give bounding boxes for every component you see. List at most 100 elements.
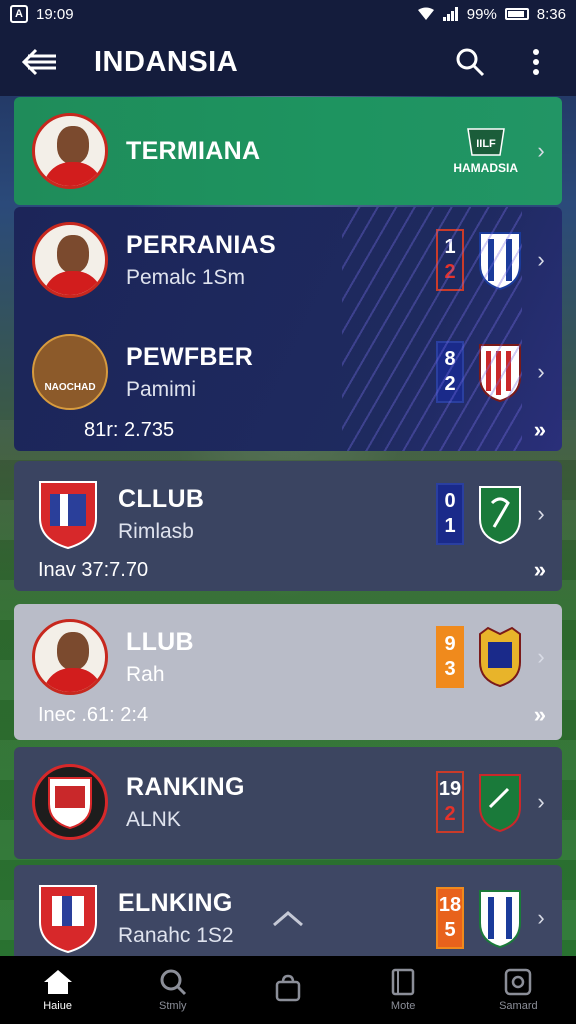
battery-icon	[504, 8, 529, 20]
book-icon	[391, 968, 415, 996]
home-icon	[43, 970, 72, 994]
list-item[interactable]: CLLUB Rimlasb 0 1 › Inav 37:7.70 »	[14, 461, 562, 591]
club-crest: NAOCHAD	[32, 334, 108, 410]
score-badge: 1 2	[436, 229, 464, 291]
score-bottom: 1	[444, 515, 456, 537]
double-chevron-icon[interactable]: »	[534, 557, 546, 583]
club-shield-icon	[39, 885, 97, 954]
camera-icon	[505, 968, 532, 996]
team-crest-icon	[479, 890, 521, 949]
player-avatar	[32, 619, 108, 695]
crest-label: NAOCHAD	[44, 381, 96, 393]
status-time: 19:09	[36, 5, 74, 23]
nav-label: Haiue	[43, 1000, 72, 1012]
score-top: 19	[438, 778, 462, 800]
chevron-right-icon: ›	[537, 138, 545, 163]
team-crest-icon	[479, 486, 521, 545]
bag-icon	[275, 974, 301, 1002]
nav-label: Samard	[499, 1000, 538, 1012]
score-top: 1	[444, 236, 456, 258]
row-title: PERRANIAS	[126, 230, 276, 259]
team-crest-icon	[479, 344, 521, 403]
score-top: 18	[438, 894, 462, 916]
row-subtitle: ALNK	[126, 807, 181, 831]
club-crest	[32, 764, 108, 840]
chevron-right-icon: ›	[537, 789, 545, 814]
more-options-button[interactable]	[516, 42, 556, 82]
row-subtitle: Pamimi	[126, 377, 197, 401]
double-chevron-icon[interactable]: »	[534, 417, 546, 443]
kebab-menu-icon	[533, 49, 539, 75]
row-title: RANKING	[126, 772, 245, 801]
row-title: CLLUB	[118, 484, 205, 513]
back-arrow-icon	[22, 48, 56, 76]
search-icon	[160, 969, 186, 996]
status-clock-right: 8:36	[536, 5, 566, 23]
battery-percent: 99%	[466, 5, 497, 23]
score-badge: 18 5	[436, 887, 464, 949]
row-footnote: Inav 37:7.70	[38, 559, 149, 581]
scroll-up-icon[interactable]	[272, 909, 304, 929]
nav-label: Stmly	[159, 1000, 187, 1012]
team-crest-icon	[479, 626, 521, 688]
status-bar: A 19:09 99% 8:36	[0, 0, 576, 28]
nav-label: Mote	[390, 1000, 416, 1012]
score-bottom: 2	[444, 261, 456, 283]
nav-search[interactable]: Stmly	[128, 968, 218, 1012]
svg-text:IILF: IILF	[476, 138, 496, 150]
list-item[interactable]: RANKING ALNK 19 2 ›	[14, 747, 562, 859]
list-item[interactable]: PERRANIAS Pemalc 1Sm 1 2 ›	[14, 217, 562, 303]
nav-more[interactable]: Mote	[358, 968, 448, 1012]
list-item[interactable]: NAOCHAD PEWFBER Pamimi 8 2 ›	[14, 329, 562, 415]
nav-scan[interactable]: Samard	[473, 968, 563, 1012]
bottom-navigation: Haiue Stmly Mote Samard	[0, 956, 576, 1024]
notification-app-icon: A	[10, 5, 28, 23]
brand-logo: IILF HAMADSIA	[453, 127, 518, 175]
list-item-featured[interactable]: TERMIANA IILF HAMADSIA ›	[14, 97, 562, 205]
row-title: TERMIANA	[126, 136, 261, 165]
double-chevron-icon[interactable]: »	[534, 702, 546, 728]
score-badge: 0 1	[436, 483, 464, 545]
chevron-right-icon: ›	[537, 905, 545, 930]
score-top: 8	[444, 348, 456, 370]
chevron-right-icon: ›	[537, 501, 545, 526]
score-top: 9	[444, 633, 456, 655]
chevron-right-icon: ›	[537, 644, 545, 669]
team-crest-icon	[479, 774, 521, 833]
score-top: 0	[444, 490, 456, 512]
club-shield-icon	[39, 481, 97, 550]
wifi-icon	[417, 7, 434, 20]
list-group-navy: PERRANIAS Pemalc 1Sm 1 2 › NAOCHAD PEWFB…	[14, 207, 562, 451]
score-bottom: 5	[444, 919, 456, 941]
score-badge: 19 2	[436, 771, 464, 833]
nav-bag[interactable]	[243, 974, 333, 1006]
list-item-selected[interactable]: LLUB Rah 9 3 › Inec .61: 2:4 »	[14, 604, 562, 740]
brand-emblem-icon: IILF	[466, 128, 505, 156]
search-button[interactable]	[450, 42, 490, 82]
row-subtitle: Pemalc 1Sm	[126, 265, 246, 289]
chevron-right-icon: ›	[537, 359, 545, 384]
search-icon	[456, 48, 485, 77]
page-title: INDANSIA	[94, 45, 239, 78]
club-shield-icon	[48, 777, 92, 830]
team-crest-icon	[479, 232, 521, 291]
row-title: LLUB	[126, 627, 194, 656]
nav-home[interactable]: Haiue	[13, 968, 103, 1012]
player-avatar	[32, 222, 108, 298]
row-footnote: Inec .61: 2:4	[38, 704, 149, 726]
signal-icon	[442, 7, 458, 21]
app-bar: INDANSIA	[0, 28, 576, 96]
back-button[interactable]	[20, 42, 60, 82]
score-bottom: 3	[444, 658, 456, 680]
score-badge: 9 3	[436, 626, 464, 688]
chevron-right-icon: ›	[537, 247, 545, 272]
player-avatar	[32, 113, 108, 189]
row-subtitle: Rah	[126, 662, 165, 686]
row-title: PEWFBER	[126, 342, 254, 371]
score-badge: 8 2	[436, 341, 464, 403]
row-footnote: 81r: 2.735	[84, 419, 175, 441]
brand-label: HAMADSIA	[453, 161, 518, 175]
score-bottom: 2	[444, 373, 456, 395]
row-subtitle: Rimlasb	[118, 519, 194, 543]
score-bottom: 2	[444, 803, 456, 825]
